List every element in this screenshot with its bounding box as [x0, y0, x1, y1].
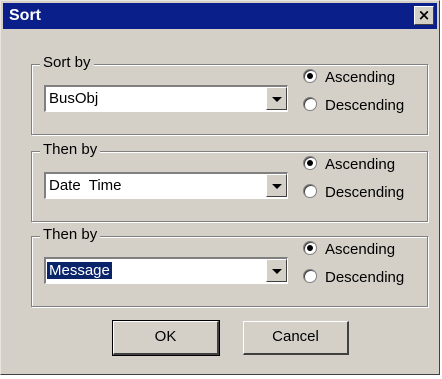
- sort-by-group: Sort by BusObj Ascending Descending: [31, 54, 428, 135]
- sort-by-descending-radio[interactable]: Descending: [303, 97, 404, 114]
- chevron-down-icon: [272, 269, 282, 274]
- then-by-group-2: Then by Message Ascending Descending: [31, 226, 428, 307]
- chevron-down-icon: [272, 184, 282, 189]
- ok-button[interactable]: OK: [112, 320, 220, 356]
- chevron-down-icon: [272, 97, 282, 102]
- ascending-label: Ascending: [325, 241, 396, 258]
- descending-label: Descending: [325, 184, 405, 201]
- then-by-label-1: Then by: [40, 141, 101, 158]
- then-by-label-2: Then by: [40, 226, 101, 243]
- sort-by-dropdown-button[interactable]: [266, 87, 287, 110]
- sort-by-combo[interactable]: BusObj: [44, 85, 288, 112]
- radio-checked-icon: [303, 241, 317, 255]
- radio-unchecked-icon: [303, 269, 317, 283]
- then-by-combo-2[interactable]: Message: [44, 257, 288, 284]
- then-by-value-1: Date Time: [49, 177, 122, 194]
- then-by-dropdown-button-1[interactable]: [266, 174, 287, 197]
- title-bar[interactable]: Sort ×: [3, 3, 437, 29]
- descending-label: Descending: [325, 97, 405, 114]
- then-by-dropdown-button-2[interactable]: [266, 259, 287, 282]
- radio-unchecked-icon: [303, 184, 317, 198]
- descending-label: Descending: [325, 269, 405, 286]
- radio-unchecked-icon: [303, 97, 317, 111]
- cancel-button[interactable]: Cancel: [243, 321, 349, 355]
- sort-by-value: BusObj: [49, 90, 99, 107]
- then-by-group-1: Then by Date Time Ascending Descending: [31, 141, 428, 222]
- then-by-combo-1[interactable]: Date Time: [44, 172, 288, 199]
- close-icon: ×: [417, 6, 431, 24]
- then-by-1-descending-radio[interactable]: Descending: [303, 184, 404, 201]
- then-by-2-ascending-radio[interactable]: Ascending: [303, 241, 395, 258]
- then-by-value-2: Message: [47, 262, 112, 279]
- radio-checked-icon: [303, 156, 317, 170]
- ascending-label: Ascending: [325, 69, 396, 86]
- then-by-1-ascending-radio[interactable]: Ascending: [303, 156, 395, 173]
- close-button[interactable]: ×: [414, 6, 434, 25]
- radio-checked-icon: [303, 69, 317, 83]
- then-by-2-descending-radio[interactable]: Descending: [303, 269, 404, 286]
- ascending-label: Ascending: [325, 156, 396, 173]
- sort-by-ascending-radio[interactable]: Ascending: [303, 69, 395, 86]
- sort-dialog: Sort × Sort by BusObj Ascending Descendi…: [0, 0, 440, 375]
- sort-by-label: Sort by: [40, 54, 94, 71]
- dialog-title: Sort: [9, 7, 41, 24]
